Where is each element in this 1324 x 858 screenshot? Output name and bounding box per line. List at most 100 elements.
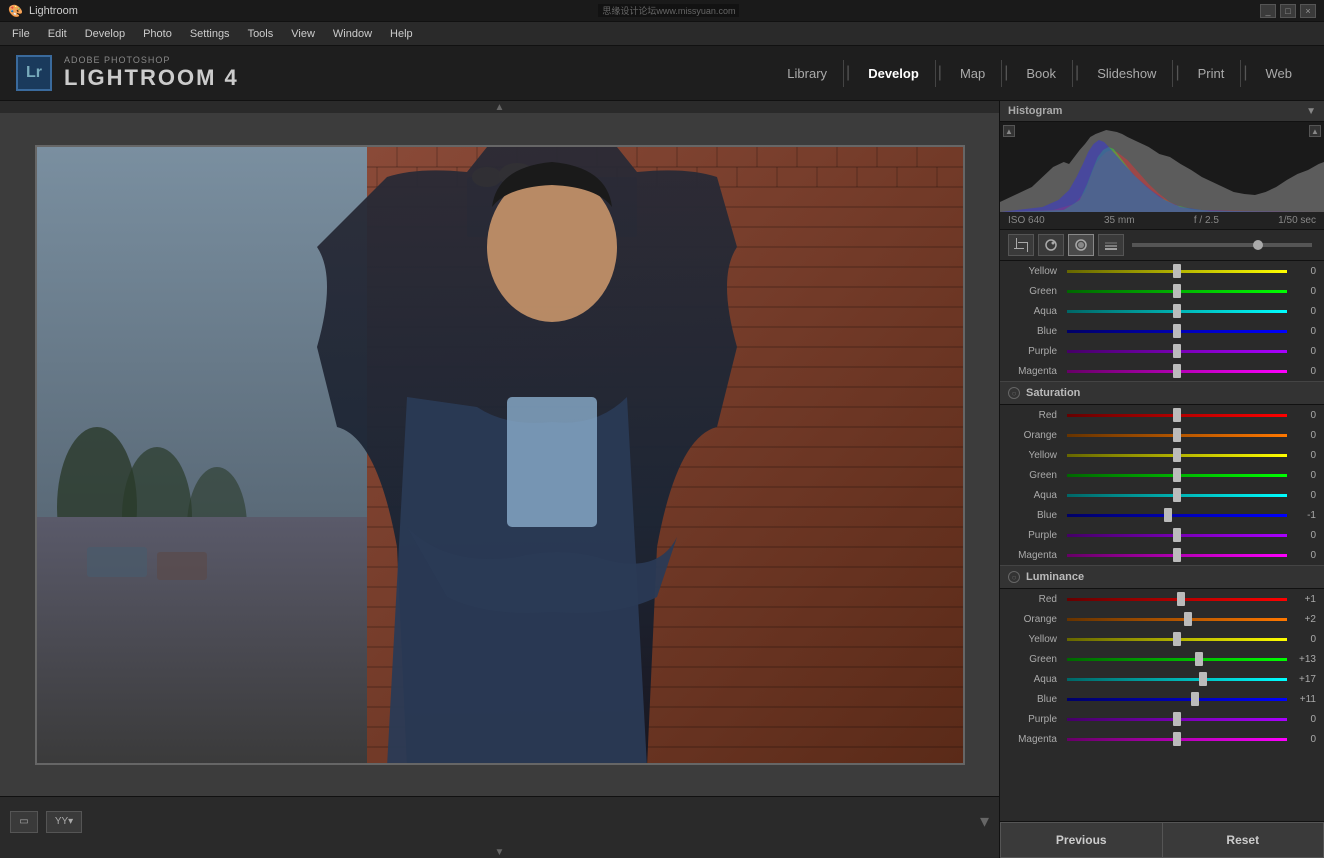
lum-orange-row: Orange +2	[1000, 609, 1324, 629]
menu-photo[interactable]: Photo	[135, 26, 180, 42]
previous-button[interactable]: Previous	[1000, 822, 1163, 858]
lum-green-thumb[interactable]	[1195, 652, 1203, 666]
hue-green-track[interactable]	[1067, 290, 1287, 293]
menu-help[interactable]: Help	[382, 26, 421, 42]
menu-develop[interactable]: Develop	[77, 26, 133, 42]
sat-magenta-row: Magenta 0	[1000, 545, 1324, 565]
hue-green-value: 0	[1291, 286, 1316, 297]
lum-yellow-thumb[interactable]	[1173, 632, 1181, 646]
hue-green-row: Green 0	[1000, 281, 1324, 301]
hue-aqua-thumb[interactable]	[1173, 304, 1181, 318]
lum-red-thumb[interactable]	[1177, 592, 1185, 606]
sat-yellow-track[interactable]	[1067, 454, 1287, 457]
nav-web[interactable]: Web	[1250, 60, 1309, 87]
lum-aqua-thumb[interactable]	[1199, 672, 1207, 686]
nav-print[interactable]: Print	[1182, 60, 1242, 87]
nav-tabs: Library | Develop | Map | Book | Slidesh…	[771, 60, 1308, 87]
sat-red-thumb[interactable]	[1173, 408, 1181, 422]
hue-blue-track[interactable]	[1067, 330, 1287, 333]
lum-purple-value: 0	[1291, 714, 1316, 725]
hue-aqua-track[interactable]	[1067, 310, 1287, 313]
bottom-arrow[interactable]: ▼	[0, 846, 999, 858]
lum-magenta-thumb[interactable]	[1173, 732, 1181, 746]
lum-orange-thumb[interactable]	[1184, 612, 1192, 626]
hue-green-thumb[interactable]	[1173, 284, 1181, 298]
luminance-section-header[interactable]: ○ Luminance	[1000, 565, 1324, 589]
sat-purple-track[interactable]	[1067, 534, 1287, 537]
sat-green-thumb[interactable]	[1173, 468, 1181, 482]
menu-settings[interactable]: Settings	[182, 26, 238, 42]
lum-red-track[interactable]	[1067, 598, 1287, 601]
hue-purple-thumb[interactable]	[1173, 344, 1181, 358]
top-collapse-arrow[interactable]: ▲	[0, 101, 999, 113]
sat-aqua-track[interactable]	[1067, 494, 1287, 497]
sat-magenta-thumb[interactable]	[1173, 548, 1181, 562]
saturation-toggle[interactable]: ○	[1008, 387, 1020, 399]
hue-purple-track[interactable]	[1067, 350, 1287, 353]
tool-slider-thumb[interactable]	[1253, 240, 1263, 250]
lum-magenta-value: 0	[1291, 734, 1316, 745]
nav-slideshow[interactable]: Slideshow	[1081, 60, 1173, 87]
nav-develop[interactable]: Develop	[852, 60, 936, 87]
aperture-info: f / 2.5	[1194, 215, 1219, 226]
lum-blue-label: Blue	[1008, 694, 1063, 705]
sat-red-track[interactable]	[1067, 414, 1287, 417]
lum-yellow-track[interactable]	[1067, 638, 1287, 641]
close-button[interactable]: ×	[1300, 4, 1316, 18]
lum-magenta-label: Magenta	[1008, 734, 1063, 745]
menu-file[interactable]: File	[4, 26, 38, 42]
panel-scroll[interactable]: Yellow 0 Green 0 Aqua	[1000, 261, 1324, 821]
tool-slider-track[interactable]	[1132, 243, 1312, 247]
lum-green-track[interactable]	[1067, 658, 1287, 661]
hue-magenta-track[interactable]	[1067, 370, 1287, 373]
nav-library[interactable]: Library	[771, 60, 844, 87]
menu-view[interactable]: View	[283, 26, 323, 42]
sat-orange-track[interactable]	[1067, 434, 1287, 437]
lum-blue-thumb[interactable]	[1191, 692, 1199, 706]
hue-magenta-thumb[interactable]	[1173, 364, 1181, 378]
lum-aqua-track[interactable]	[1067, 678, 1287, 681]
nav-map[interactable]: Map	[944, 60, 1002, 87]
lum-purple-thumb[interactable]	[1173, 712, 1181, 726]
menu-tools[interactable]: Tools	[240, 26, 282, 42]
lum-magenta-track[interactable]	[1067, 738, 1287, 741]
highlight-clip-indicator[interactable]: ▲	[1309, 125, 1321, 137]
sat-blue-thumb[interactable]	[1164, 508, 1172, 522]
sat-orange-thumb[interactable]	[1173, 428, 1181, 442]
nav-book[interactable]: Book	[1010, 60, 1073, 87]
hue-blue-thumb[interactable]	[1173, 324, 1181, 338]
sat-magenta-track[interactable]	[1067, 554, 1287, 557]
menu-edit[interactable]: Edit	[40, 26, 75, 42]
flag-button[interactable]: YY▾	[46, 811, 82, 833]
spot-removal-tool[interactable]	[1038, 234, 1064, 256]
lum-blue-track[interactable]	[1067, 698, 1287, 701]
sat-purple-thumb[interactable]	[1173, 528, 1181, 542]
hue-yellow-track[interactable]	[1067, 270, 1287, 273]
histogram-dropdown-icon[interactable]: ▼	[1306, 106, 1316, 117]
lum-aqua-row: Aqua +17	[1000, 669, 1324, 689]
saturation-section-header[interactable]: ○ Saturation	[1000, 381, 1324, 405]
hue-yellow-thumb[interactable]	[1173, 264, 1181, 278]
minimize-button[interactable]: _	[1260, 4, 1276, 18]
reset-button[interactable]: Reset	[1163, 822, 1324, 858]
sat-blue-track[interactable]	[1067, 514, 1287, 517]
filmstrip-toggle[interactable]: ▾	[980, 811, 989, 832]
lum-purple-track[interactable]	[1067, 718, 1287, 721]
graduated-filter-tool[interactable]	[1098, 234, 1124, 256]
crop-tool[interactable]	[1008, 234, 1034, 256]
maximize-button[interactable]: □	[1280, 4, 1296, 18]
luminance-toggle[interactable]: ○	[1008, 571, 1020, 583]
hue-yellow-row: Yellow 0	[1000, 261, 1324, 281]
red-eye-tool[interactable]	[1068, 234, 1094, 256]
sat-green-track[interactable]	[1067, 474, 1287, 477]
menu-window[interactable]: Window	[325, 26, 380, 42]
view-mode-button[interactable]: ▭	[10, 811, 38, 833]
sat-aqua-thumb[interactable]	[1173, 488, 1181, 502]
lum-orange-track[interactable]	[1067, 618, 1287, 621]
sat-purple-label: Purple	[1008, 530, 1063, 541]
sat-yellow-thumb[interactable]	[1173, 448, 1181, 462]
sat-red-row: Red 0	[1000, 405, 1324, 425]
histogram-header: Histogram ▼	[1000, 101, 1324, 122]
lum-red-row: Red +1	[1000, 589, 1324, 609]
shadow-clip-indicator[interactable]: ▲	[1003, 125, 1015, 137]
